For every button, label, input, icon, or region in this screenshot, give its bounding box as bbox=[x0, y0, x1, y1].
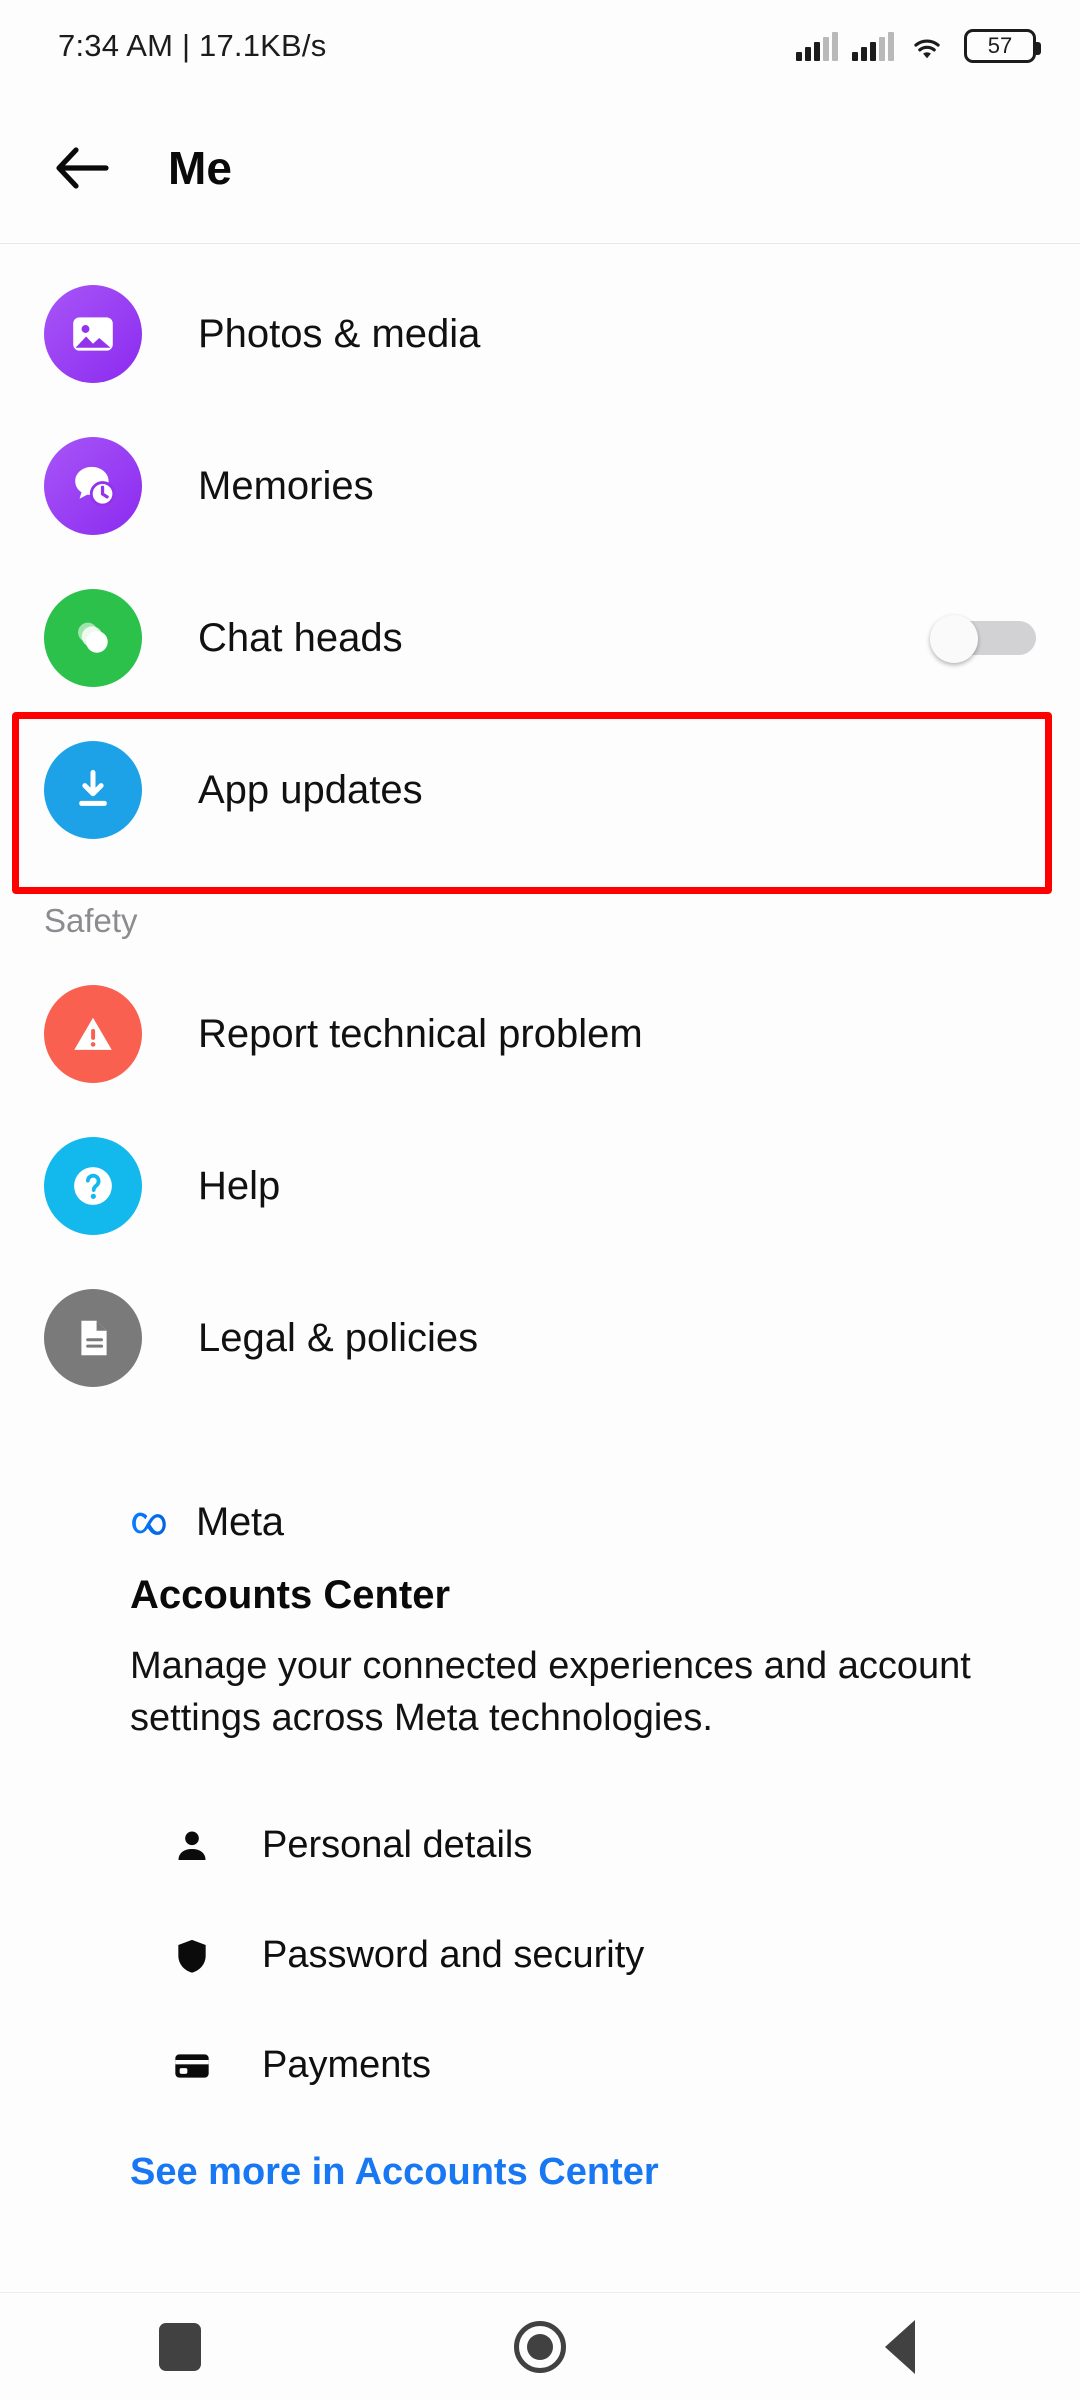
triangle-left-icon bbox=[885, 2319, 915, 2374]
app-bar: Me bbox=[0, 92, 1080, 244]
signal-bars-sim1-icon bbox=[796, 31, 838, 61]
battery-icon: 57 bbox=[964, 29, 1041, 63]
accounts-center-heading: Accounts Center bbox=[130, 1573, 451, 1617]
accounts-center-list: Personal details Password and security P… bbox=[130, 1791, 1036, 2194]
document-icon bbox=[44, 1289, 142, 1387]
list-item-app-updates[interactable]: App updates bbox=[0, 714, 1080, 866]
page-title: Me bbox=[168, 141, 232, 194]
shield-icon bbox=[166, 1936, 218, 1976]
list-item-report-technical-problem[interactable]: Report technical problem bbox=[0, 958, 1080, 1110]
wifi-icon bbox=[914, 39, 940, 59]
chat-heads-toggle[interactable] bbox=[928, 615, 1036, 663]
accounts-item-password-security[interactable]: Password and security bbox=[166, 1901, 1036, 2011]
status-time-network: 7:34 AM | 17.1KB/s bbox=[58, 28, 327, 63]
nav-back-button[interactable] bbox=[825, 2293, 975, 2400]
warning-triangle-icon bbox=[44, 985, 142, 1083]
download-arrow-icon bbox=[44, 741, 142, 839]
list-item-help[interactable]: Help bbox=[0, 1110, 1080, 1262]
credit-card-icon bbox=[166, 2046, 218, 2086]
android-nav-bar bbox=[0, 2292, 1080, 2400]
see-more-accounts-center-link[interactable]: See more in Accounts Center bbox=[130, 2121, 1036, 2194]
back-button[interactable] bbox=[44, 130, 120, 206]
toggle-knob bbox=[930, 615, 978, 663]
status-bar: 7:34 AM | 17.1KB/s 57 bbox=[0, 0, 1080, 92]
list-item-label: Photos & media bbox=[198, 311, 481, 356]
nav-recents-button[interactable] bbox=[105, 2293, 255, 2400]
question-mark-icon bbox=[44, 1137, 142, 1235]
square-icon bbox=[159, 2322, 201, 2371]
accounts-center-block: Meta Accounts Center Manage your connect… bbox=[0, 1414, 1080, 2194]
photo-media-icon bbox=[44, 285, 142, 383]
settings-list: Photos & media Memories Chat heads App u… bbox=[0, 244, 1080, 1414]
accounts-item-label: Payments bbox=[262, 2044, 431, 2087]
meta-infinity-logo bbox=[132, 1512, 166, 1535]
list-item-label: App updates bbox=[198, 767, 423, 812]
list-item-chat-heads[interactable]: Chat heads bbox=[0, 562, 1080, 714]
accounts-item-payments[interactable]: Payments bbox=[166, 2011, 1036, 2121]
memories-clock-bubble-icon bbox=[44, 437, 142, 535]
accounts-item-personal-details[interactable]: Personal details bbox=[166, 1791, 1036, 1901]
person-icon bbox=[166, 1826, 218, 1866]
phone-screen: 7:34 AM | 17.1KB/s 57 Me Photos & media … bbox=[0, 0, 1080, 2400]
list-item-legal-policies[interactable]: Legal & policies bbox=[0, 1262, 1080, 1414]
list-item-label: Report technical problem bbox=[198, 1011, 643, 1056]
list-item-memories[interactable]: Memories bbox=[0, 410, 1080, 562]
battery-level: 57 bbox=[987, 33, 1013, 58]
arrow-left-icon bbox=[56, 146, 109, 189]
accounts-item-label: Personal details bbox=[262, 1824, 533, 1867]
signal-bars-sim2-icon bbox=[852, 31, 894, 61]
list-item-label: Memories bbox=[198, 463, 374, 508]
section-header-safety: Safety bbox=[44, 902, 138, 939]
status-icons: 57 bbox=[796, 29, 1041, 63]
list-item-photos-media[interactable]: Photos & media bbox=[0, 258, 1080, 410]
list-item-label: Help bbox=[198, 1163, 281, 1208]
meta-brand: Meta bbox=[130, 1500, 1036, 1545]
nav-home-button[interactable] bbox=[465, 2293, 615, 2400]
list-item-label: Legal & policies bbox=[198, 1315, 479, 1360]
meta-brand-name: Meta bbox=[196, 1500, 284, 1544]
accounts-item-label: Password and security bbox=[262, 1934, 645, 1977]
circle-icon bbox=[514, 2320, 566, 2373]
chat-heads-icon bbox=[44, 589, 142, 687]
list-item-label: Chat heads bbox=[198, 615, 403, 660]
accounts-center-description: Manage your connected experiences and ac… bbox=[130, 1645, 971, 1740]
